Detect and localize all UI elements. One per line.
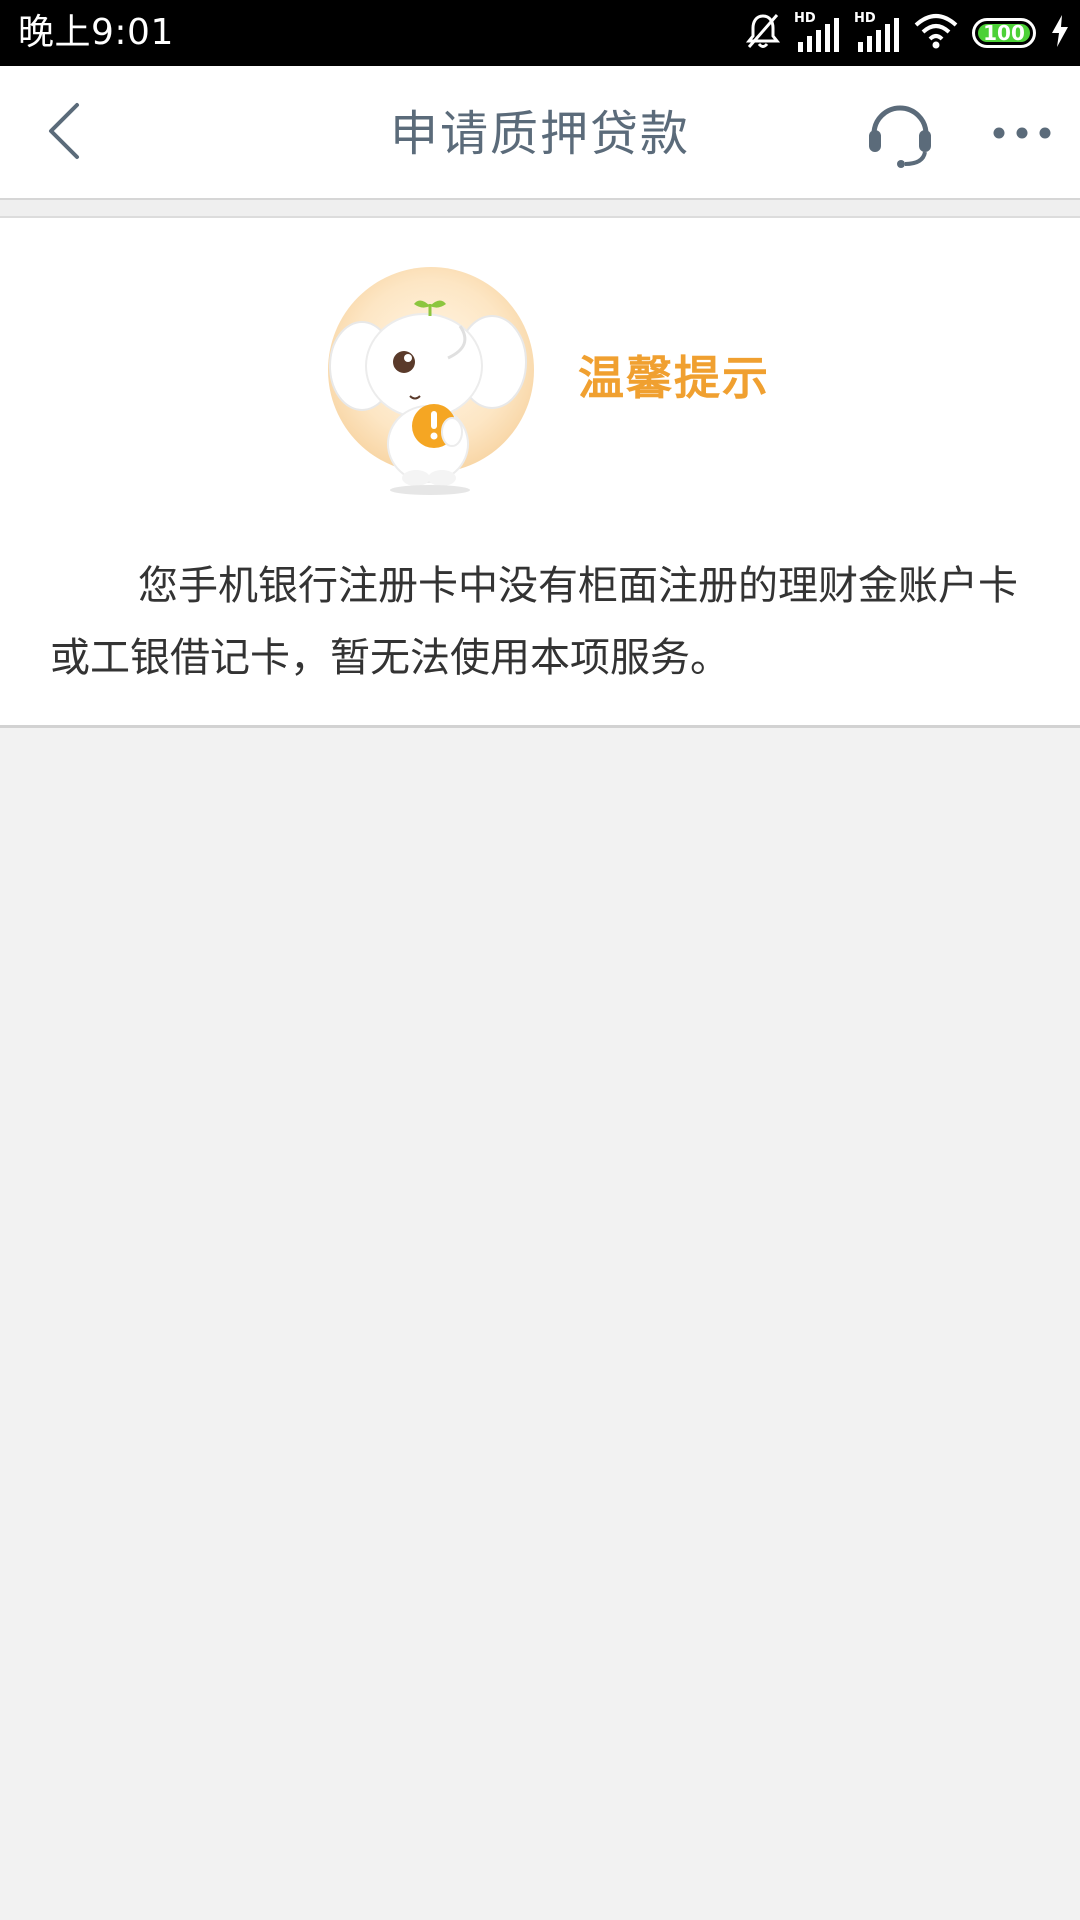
bell-off-icon	[745, 12, 781, 54]
signal-icon: HD	[794, 12, 840, 54]
elephant-mascot-icon	[324, 266, 538, 496]
headset-icon	[865, 96, 935, 172]
more-icon	[992, 125, 1052, 144]
wifi-icon	[914, 13, 958, 53]
back-icon	[45, 101, 85, 165]
notice-card: 温馨提示 您手机银行注册卡中没有柜面注册的理财金账户卡或工银借记卡，暂无法使用本…	[0, 218, 1080, 728]
status-time: 晚上9:01	[18, 12, 174, 53]
notice-title: 温馨提示	[578, 351, 770, 405]
charging-icon	[1050, 14, 1070, 52]
battery-level: 100	[983, 21, 1025, 45]
more-button[interactable]	[984, 96, 1060, 172]
nav-bar: 申请质押贷款	[0, 66, 1080, 200]
notice-message: 您手机银行注册卡中没有柜面注册的理财金账户卡或工银借记卡，暂无法使用本项服务。	[50, 563, 1018, 681]
separator-band	[0, 200, 1080, 218]
status-icons: HD HD 100	[745, 12, 1070, 54]
battery-icon: 100	[972, 18, 1036, 48]
signal-icon: HD	[854, 12, 900, 54]
status-bar: 晚上9:01 HD HD 100	[0, 0, 1080, 66]
page-title: 申请质押贷款	[389, 106, 690, 162]
back-button[interactable]	[30, 96, 100, 170]
customer-service-button[interactable]	[862, 96, 938, 172]
